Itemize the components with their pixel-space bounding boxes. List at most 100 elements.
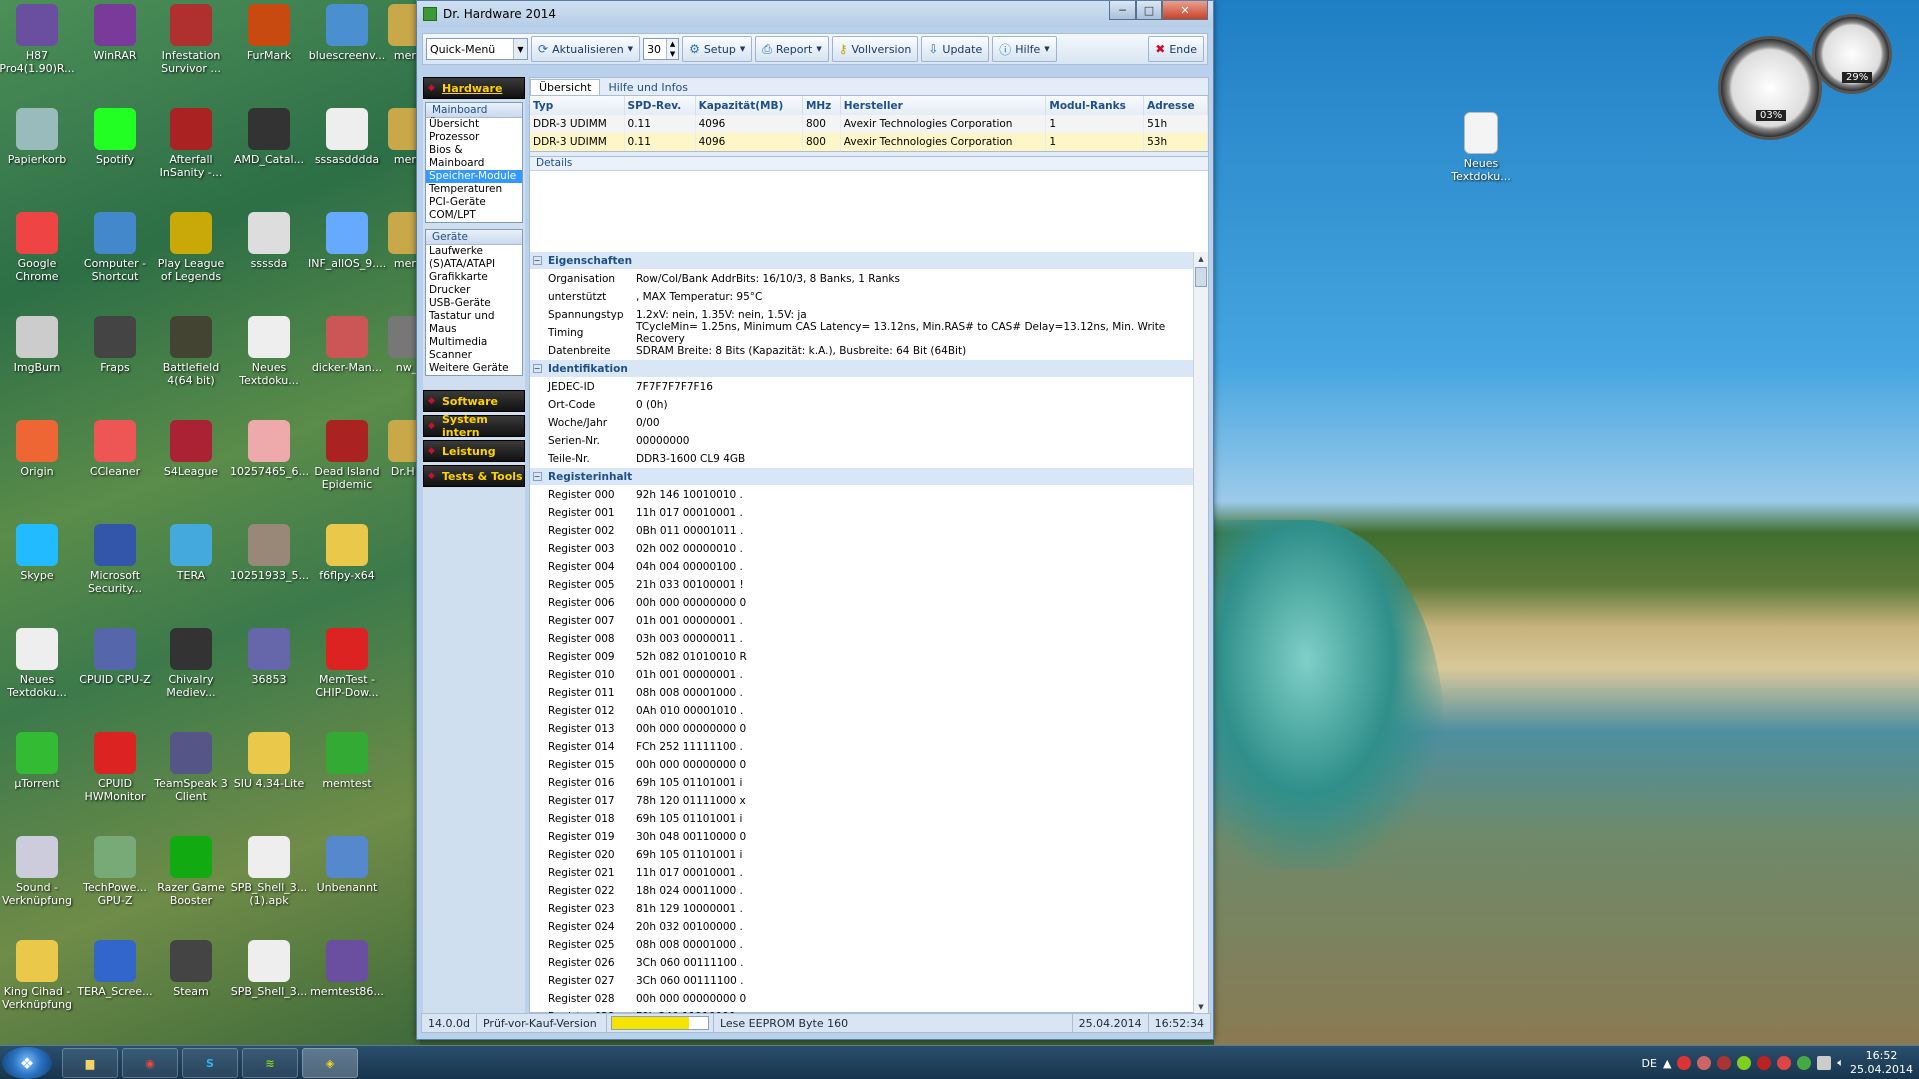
detail-row[interactable]: Register 028 00h 000 00000000 0 [530, 990, 1208, 1008]
group-header[interactable]: − Registerinhalt [530, 468, 1208, 486]
desktop-icon[interactable]: ssssda [230, 212, 308, 270]
desktop-icon[interactable]: f6flpy-x64 [308, 524, 386, 582]
taskbar-spotify[interactable]: ≋ [242, 1048, 298, 1078]
desktop-icon[interactable]: µTorrent [0, 732, 76, 790]
desktop-icon[interactable]: Steam [152, 940, 230, 998]
tray-expand-icon[interactable]: ▲ [1663, 1057, 1671, 1070]
desktop-icon[interactable]: TechPowe... GPU-Z [76, 836, 154, 907]
desktop-icon[interactable]: Sound - Verknüpfung [0, 836, 76, 907]
desktop-icon[interactable]: Afterfall InSanity -... [152, 108, 230, 179]
desktop-icon[interactable]: bluescreenv... [308, 4, 386, 62]
volume-icon[interactable]: 🔈︎ [1837, 1056, 1844, 1070]
detail-row[interactable]: Register 001 11h 017 00010001 . [530, 504, 1208, 522]
detail-row[interactable]: Register 014 FCh 252 11111100 . [530, 738, 1208, 756]
sidebar-item[interactable]: Tastatur und Maus [426, 310, 522, 336]
detail-row[interactable]: Register 015 00h 000 00000000 0 [530, 756, 1208, 774]
taskbar-explorer[interactable]: ▆ [62, 1048, 118, 1078]
tray-app-icon[interactable] [1697, 1056, 1712, 1070]
collapse-icon[interactable]: − [530, 360, 544, 378]
tray-app-icon[interactable] [1717, 1056, 1732, 1070]
desktop-icon[interactable]: memtest86... [308, 940, 386, 998]
detail-row[interactable]: JEDEC-ID 7F7F7F7F7F16 [530, 378, 1208, 396]
detail-row[interactable]: Register 025 08h 008 00001000 . [530, 936, 1208, 954]
scroll-up-icon[interactable]: ▲ [1194, 252, 1208, 266]
detail-row[interactable]: Register 000 92h 146 10010010 . [530, 486, 1208, 504]
desktop-icon[interactable]: SIU 4.34-Lite [230, 732, 308, 790]
sidebar-item[interactable]: Übersicht [426, 118, 522, 131]
taskbar-dr-hardware[interactable]: ◈ [302, 1048, 358, 1078]
tray-spotify-icon[interactable] [1737, 1056, 1752, 1070]
minimize-button[interactable]: ─ [1109, 1, 1136, 20]
desktop-icon[interactable]: memtest [308, 732, 386, 790]
help-button[interactable]: ⓘ Hilfe ▼ [992, 36, 1057, 62]
desktop-icon[interactable]: Neues Textdoku... [0, 628, 76, 699]
detail-row[interactable]: Organisation Row/Col/Bank AddrBits: 16/10… [530, 270, 1208, 288]
detail-row[interactable]: Register 013 00h 000 00000000 0 [530, 720, 1208, 738]
detail-row[interactable]: Register 024 20h 032 00100000 . [530, 918, 1208, 936]
desktop-icon[interactable]: Skype [0, 524, 76, 582]
detail-row[interactable]: Woche/Jahr 0/00 [530, 414, 1208, 432]
refresh-button[interactable]: ⟳ Aktualisieren ▼ [531, 36, 641, 62]
desktop-icon[interactable]: Battlefield 4(64 bit) [152, 316, 230, 387]
desktop-icon[interactable]: CPUID CPU-Z [76, 628, 154, 686]
exit-button[interactable]: ✖ Ende [1148, 36, 1204, 62]
column-header[interactable]: Typ [530, 96, 625, 115]
tray-app-icon[interactable] [1777, 1056, 1792, 1070]
detail-row[interactable]: Register 002 0Bh 011 00001011 . [530, 522, 1208, 540]
detail-row[interactable]: Register 022 18h 024 00011000 . [530, 882, 1208, 900]
sidebar-section-software[interactable]: ◆ Software [423, 390, 525, 412]
title-bar[interactable]: Dr. Hardware 2014 [417, 1, 1213, 27]
desktop-icon[interactable]: Spotify [76, 108, 154, 166]
detail-row[interactable]: Register 027 3Ch 060 00111100 . [530, 972, 1208, 990]
column-header[interactable]: SPD-Rev. [624, 96, 696, 115]
table-row[interactable]: DDR-3 UDIMM 0.11 4096 800 Avexir Technologie… [530, 115, 1208, 133]
report-button[interactable]: ⎙ Report ▼ [755, 36, 829, 62]
tab-help-info[interactable]: Hilfe und Infos [600, 80, 696, 95]
sidebar-item[interactable]: Drucker [426, 284, 522, 297]
quick-menu-select[interactable]: Quick-Menü ▼ [426, 38, 528, 60]
desktop-icon[interactable]: King Cihad - Verknüpfung [0, 940, 76, 1011]
column-header[interactable]: Modul-Ranks [1045, 96, 1145, 115]
desktop-icon[interactable]: Origin [0, 420, 76, 478]
desktop-icon[interactable]: Neues Textdoku... [230, 316, 308, 387]
sidebar-section-tests[interactable]: ◆ Tests & Tools [423, 465, 525, 487]
setup-button[interactable]: ⚙ Setup ▼ [682, 36, 753, 62]
detail-row[interactable]: Datenbreite SDRAM Breite: 8 Bits (Kapazit… [530, 342, 1208, 360]
detail-row[interactable]: Register 012 0Ah 010 00001010 . [530, 702, 1208, 720]
desktop-icon[interactable]: SPB_Shell_3... [230, 940, 308, 998]
sidebar-item[interactable]: Bios & Mainboard [426, 144, 522, 170]
full-version-button[interactable]: ⚷ Vollversion [831, 36, 919, 62]
desktop-icon[interactable]: dicker-Man... [308, 316, 386, 374]
desktop-icon[interactable]: Computer - Shortcut [76, 212, 154, 283]
detail-row[interactable]: Register 016 69h 105 01101001 i [530, 774, 1208, 792]
desktop-icon[interactable]: INF_allOS_9.... [308, 212, 386, 270]
detail-row[interactable]: Register 004 04h 004 00000100 . [530, 558, 1208, 576]
sidebar-item[interactable]: PCI-Geräte [426, 196, 522, 209]
desktop-icon[interactable]: SPB_Shell_3... (1).apk [230, 836, 308, 907]
desktop-icon[interactable]: Dead Island Epidemic [308, 420, 386, 491]
sidebar-item[interactable]: Weitere Geräte [426, 362, 522, 375]
sidebar-item[interactable]: Grafikkarte [426, 271, 522, 284]
desktop-icon[interactable]: FurMark [230, 4, 308, 62]
desktop-icon[interactable]: AMD_Catal... [230, 108, 308, 166]
network-icon[interactable] [1817, 1056, 1832, 1070]
collapse-icon[interactable]: − [530, 468, 544, 486]
detail-row[interactable]: Register 010 01h 001 00000001 . [530, 666, 1208, 684]
desktop-icon[interactable]: sssasdddda [308, 108, 386, 166]
sidebar-item[interactable]: (S)ATA/ATAPI [426, 258, 522, 271]
taskbar-skype[interactable]: S [182, 1048, 238, 1078]
clock[interactable]: 16:52 25.04.2014 [1850, 1049, 1913, 1077]
language-indicator[interactable]: DE [1642, 1057, 1657, 1070]
desktop-icon-neues-textdokument[interactable]: Neues Textdoku... [1442, 112, 1520, 183]
cpu-meter-gadget[interactable]: 03% 29% [1718, 14, 1898, 144]
detail-row[interactable]: unterstützt , MAX Temperatur: 95°C [530, 288, 1208, 306]
sidebar-item[interactable]: Temperaturen [426, 183, 522, 196]
group-header[interactable]: − Identifikation [530, 360, 1208, 378]
tab-overview[interactable]: Übersicht [530, 79, 601, 95]
taskbar-chrome[interactable]: ◉ [122, 1048, 178, 1078]
detail-row[interactable]: Register 009 52h 082 01010010 R [530, 648, 1208, 666]
detail-row[interactable]: Register 023 81h 129 10000001 . [530, 900, 1208, 918]
detail-row[interactable]: Register 020 69h 105 01101001 i [530, 846, 1208, 864]
table-row[interactable]: DDR-3 UDIMM 0.11 4096 800 Avexir Technologie… [530, 133, 1208, 151]
sidebar-item[interactable]: COM/LPT [426, 209, 522, 222]
